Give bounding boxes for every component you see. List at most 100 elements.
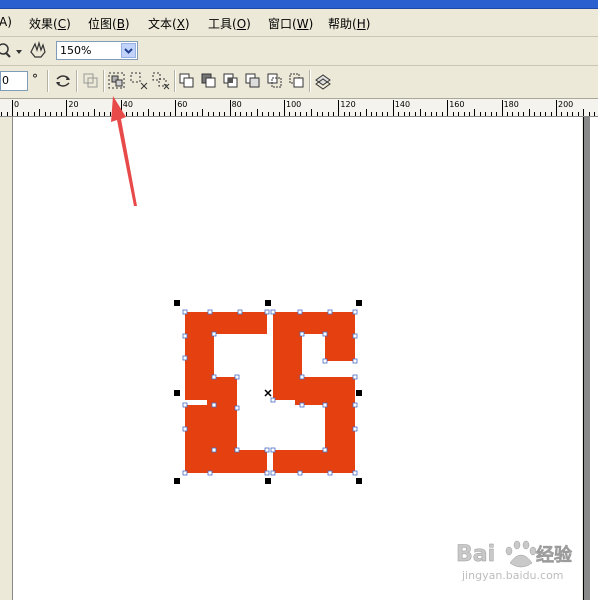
path-node[interactable] <box>297 309 303 315</box>
selection-handle-bottom-left[interactable] <box>174 478 180 484</box>
ruler-tick <box>317 112 318 116</box>
ruler-tick <box>230 100 231 116</box>
path-node[interactable] <box>352 358 358 364</box>
zoom-dropdown-button[interactable] <box>121 43 136 58</box>
logo-left-shape[interactable] <box>185 312 267 473</box>
front-minus-back-button[interactable] <box>265 71 285 91</box>
path-node[interactable] <box>264 447 270 453</box>
ruler-tick <box>175 100 176 116</box>
path-node[interactable] <box>352 426 358 432</box>
path-node[interactable] <box>299 402 305 408</box>
boundary-button[interactable] <box>313 71 333 91</box>
path-node[interactable] <box>211 331 217 337</box>
ruler-tick <box>382 112 383 116</box>
selection-handle-left[interactable] <box>174 390 180 396</box>
ruler-tick <box>431 112 432 116</box>
center-marker-icon <box>264 389 272 397</box>
path-node[interactable] <box>182 426 188 432</box>
path-node[interactable] <box>207 470 213 476</box>
path-node[interactable] <box>270 397 276 403</box>
toolbar-separator <box>47 70 49 92</box>
path-node[interactable] <box>211 374 217 380</box>
path-node[interactable] <box>234 447 240 453</box>
path-node[interactable] <box>322 358 328 364</box>
ruler-tick <box>23 112 24 116</box>
combine-icon <box>83 73 98 88</box>
path-node[interactable] <box>211 447 217 453</box>
simplify-button[interactable] <box>243 71 263 91</box>
menu-item-tools[interactable]: 工具(O) <box>208 15 251 32</box>
path-node[interactable] <box>234 374 240 380</box>
svg-text:Bai: Bai <box>456 542 495 567</box>
ruler-tick <box>376 112 377 116</box>
ruler-tick <box>170 112 171 116</box>
back-minus-front-button[interactable] <box>287 71 307 91</box>
path-node[interactable] <box>270 470 276 476</box>
path-node[interactable] <box>270 309 276 315</box>
path-node[interactable] <box>237 309 243 315</box>
selection-handle-top-left[interactable] <box>174 300 180 306</box>
ruler-label: 100 <box>286 100 302 109</box>
ungroup-button[interactable] <box>129 71 149 91</box>
selection-handle-bottom-right[interactable] <box>356 478 362 484</box>
vertical-ruler[interactable] <box>0 117 13 600</box>
path-node[interactable] <box>327 309 333 315</box>
path-node[interactable] <box>234 405 240 411</box>
horizontal-ruler[interactable]: 0 20 40 60 80 100 120 140 160 180 200 <box>0 99 598 117</box>
path-node[interactable] <box>182 309 188 315</box>
path-node[interactable] <box>352 309 358 315</box>
path-node[interactable] <box>207 309 213 315</box>
weld-button[interactable] <box>177 71 197 91</box>
path-node[interactable] <box>322 447 328 453</box>
menu-item-effects[interactable]: 效果(C) <box>29 15 71 32</box>
path-node[interactable] <box>299 331 305 337</box>
weld-icon <box>179 73 194 88</box>
path-node[interactable] <box>299 374 305 380</box>
convert-button[interactable] <box>53 71 73 91</box>
path-node[interactable] <box>182 402 188 408</box>
toolbar-separator <box>174 70 176 92</box>
path-node[interactable] <box>211 402 217 408</box>
path-node[interactable] <box>322 331 328 337</box>
selection-handle-top[interactable] <box>265 300 271 306</box>
ruler-tick <box>240 112 241 116</box>
path-node[interactable] <box>264 309 270 315</box>
rotation-angle-input[interactable]: 0 <box>0 71 28 91</box>
path-node[interactable] <box>182 470 188 476</box>
path-node[interactable] <box>322 402 328 408</box>
menu-item-help[interactable]: 帮助(H) <box>328 15 370 32</box>
path-node[interactable] <box>352 333 358 339</box>
menu-item-text[interactable]: 文本(X) <box>148 15 190 32</box>
baidu-jingyan-watermark: Bai 经验 jingyan.baidu.com <box>450 533 590 588</box>
group-button[interactable] <box>107 71 127 91</box>
menu-item-bitmaps[interactable]: 位图(B) <box>88 15 130 32</box>
ruler-tick <box>94 109 95 116</box>
hand-tool-button[interactable] <box>28 40 48 60</box>
combine-button[interactable] <box>81 71 101 91</box>
trim-button[interactable] <box>199 71 219 91</box>
menu-item-window[interactable]: 窗口(W) <box>268 15 313 32</box>
path-node[interactable] <box>264 470 270 476</box>
ruler-label: 140 <box>394 100 411 109</box>
path-node[interactable] <box>327 470 333 476</box>
selection-handle-top-right[interactable] <box>356 300 362 306</box>
path-node[interactable] <box>270 447 276 453</box>
path-node[interactable] <box>182 355 188 361</box>
menu-item-arrange[interactable]: A) <box>0 15 12 29</box>
selection-handle-right[interactable] <box>356 390 362 396</box>
path-node[interactable] <box>352 402 358 408</box>
path-node[interactable] <box>297 470 303 476</box>
dropdown-arrow-button[interactable] <box>14 41 24 61</box>
ungroup-all-button[interactable] <box>151 71 171 91</box>
path-node[interactable] <box>352 374 358 380</box>
zoom-level-select[interactable]: 150% <box>56 41 138 60</box>
selection-handle-bottom[interactable] <box>265 478 271 484</box>
ruler-tick <box>518 112 519 116</box>
ruler-tick <box>273 112 274 116</box>
path-node[interactable] <box>182 333 188 339</box>
ruler-tick <box>311 109 312 116</box>
intersect-button[interactable] <box>221 71 241 91</box>
logo-right-shape[interactable] <box>273 312 355 473</box>
ruler-tick <box>561 112 562 116</box>
path-node[interactable] <box>352 470 358 476</box>
